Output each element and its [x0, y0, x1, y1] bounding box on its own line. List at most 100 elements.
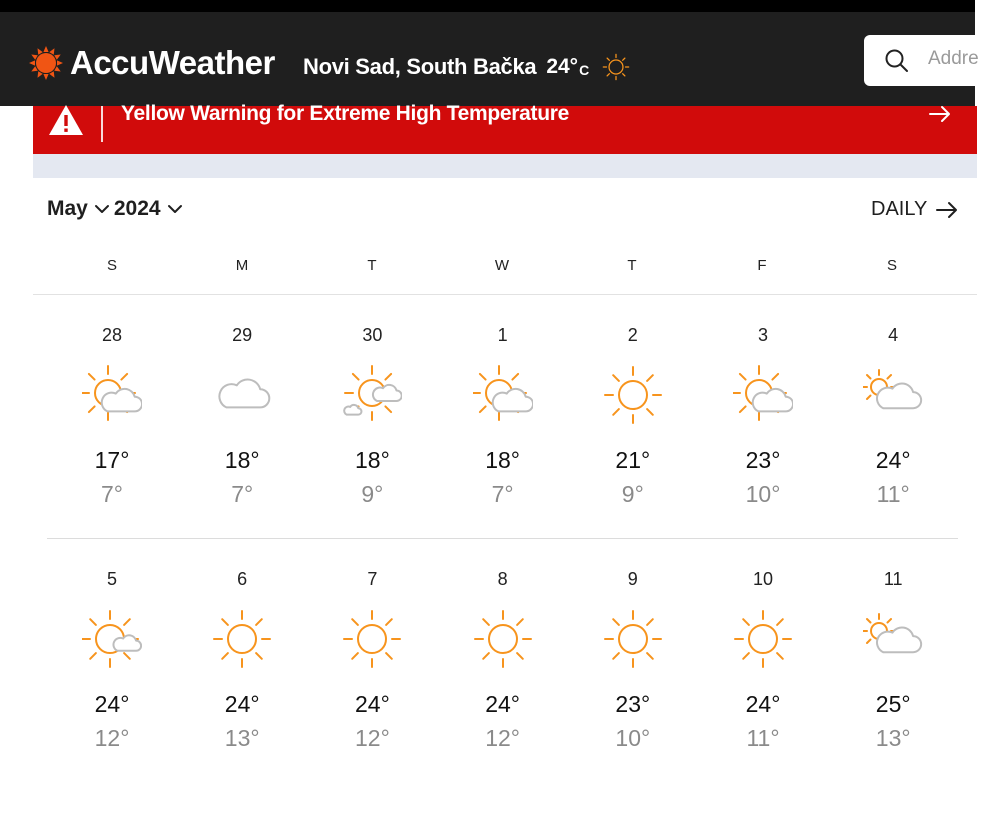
day-number: 4: [888, 325, 899, 345]
high-temperature: 24°: [94, 691, 130, 717]
partly-sunny-icon: [80, 365, 143, 425]
high-temperature: 18°: [485, 447, 520, 473]
calendar-day-cell[interactable]: 28 17° 7°: [47, 325, 177, 545]
low-temperature: 9°: [621, 481, 644, 507]
high-temperature: 24°: [355, 691, 390, 717]
low-temperature: 13°: [875, 725, 911, 751]
sunny-icon: [733, 609, 793, 669]
search-box[interactable]: [864, 35, 983, 86]
mostly-sunny-icon: [81, 609, 143, 669]
day-number: 1: [497, 325, 508, 345]
calendar-day-cell[interactable]: 2 21° 9°: [568, 325, 698, 545]
high-temperature: 24°: [745, 691, 781, 717]
banner-spacer-strip: [33, 154, 977, 178]
calendar-day-cell[interactable]: 1 18° 7°: [438, 325, 568, 545]
arrow-right-icon: [936, 201, 958, 218]
warning-triangle-icon: [49, 105, 83, 135]
calendar-day-cell[interactable]: 3 23° 10°: [698, 325, 828, 545]
intermittent-clouds-icon: [342, 365, 404, 425]
high-temperature: 24°: [875, 447, 911, 473]
calendar-day-cell[interactable]: 8 24° 12°: [438, 569, 568, 789]
calendar-day-cell[interactable]: 5 24° 12°: [47, 569, 177, 789]
sunny-icon: [342, 609, 402, 669]
high-temperature: 23°: [745, 447, 781, 473]
low-temperature: 10°: [615, 725, 651, 751]
low-temperature: 12°: [355, 725, 390, 751]
low-temperature: 10°: [745, 481, 781, 507]
daily-link[interactable]: DAILY: [871, 198, 959, 221]
day-number: 10: [752, 569, 774, 589]
low-temperature: 11°: [876, 481, 910, 507]
day-number: 3: [757, 325, 768, 345]
alert-text: Yellow Warning for Extreme High Temperat…: [121, 102, 570, 125]
calendar-day-cell[interactable]: 10 24° 11°: [698, 569, 828, 789]
arrow-right-icon[interactable]: [927, 102, 953, 126]
calendar-day-cell[interactable]: 7 24° 12°: [307, 569, 437, 789]
calendar-day-cell[interactable]: 6 24° 13°: [177, 569, 307, 789]
temperature-unit: C: [579, 62, 590, 78]
sunny-icon: [212, 609, 272, 669]
calendar-day-cell[interactable]: 4 24° 11°: [828, 325, 958, 545]
low-temperature: 13°: [224, 725, 260, 751]
weekday-label: T: [627, 257, 637, 274]
high-temperature: 24°: [485, 691, 520, 717]
chevron-down-icon[interactable]: [167, 203, 183, 215]
high-temperature: 24°: [224, 691, 260, 717]
partly-sunny-icon: [731, 365, 794, 425]
current-location[interactable]: Novi Sad, South Bačka 24° C: [303, 48, 635, 86]
year-dropdown-value[interactable]: 2024: [114, 197, 161, 221]
low-temperature: 12°: [94, 725, 130, 751]
weekday-label: T: [367, 257, 377, 274]
chevron-down-icon[interactable]: [94, 203, 110, 215]
low-temperature: 7°: [231, 481, 254, 507]
mostly-cloudy-icon: [861, 365, 923, 425]
day-number: 30: [362, 325, 383, 345]
search-icon[interactable]: [884, 48, 910, 74]
day-number: 8: [497, 569, 508, 589]
header-divider: [33, 294, 977, 295]
high-temperature: 18°: [355, 447, 390, 473]
weekday-label: S: [106, 257, 117, 274]
sunny-icon: [473, 609, 533, 669]
location-name: Novi Sad, South Bačka: [303, 54, 537, 79]
calendar-day-cell[interactable]: 11 25° 13°: [828, 569, 958, 789]
low-temperature: 9°: [361, 481, 384, 507]
calendar-day-cell[interactable]: 29 18° 7°: [177, 325, 307, 545]
calendar-day-cell[interactable]: 30 18° 9°: [307, 325, 437, 545]
low-temperature: 11°: [746, 725, 780, 751]
site-header: AccuWeather Novi Sad, South Bačka 24° C: [0, 12, 983, 106]
calendar-day-cell[interactable]: 9 23° 10°: [568, 569, 698, 789]
daily-link-label: DAILY: [871, 198, 928, 220]
sunny-icon: [603, 609, 663, 669]
weekday-label: S: [886, 257, 897, 274]
current-temperature: 24°: [546, 55, 579, 78]
day-number: 7: [367, 569, 378, 589]
high-temperature: 18°: [224, 447, 260, 473]
partly-sunny-icon: [470, 365, 534, 425]
mostly-cloudy-icon: [861, 609, 923, 669]
accuweather-sun-logo-icon: [29, 46, 63, 80]
weekday-label: F: [757, 257, 767, 274]
day-number: 9: [627, 569, 638, 589]
sunny-icon: [603, 365, 663, 425]
weekday-label: W: [494, 257, 510, 274]
day-number: 6: [237, 569, 248, 589]
top-edge-bar: [0, 0, 975, 12]
weather-alert-banner[interactable]: Yellow Warning for Extreme High Temperat…: [33, 102, 977, 154]
brand-logo[interactable]: AccuWeather: [28, 44, 275, 82]
day-number: 29: [232, 325, 253, 345]
month-year-selector: May 2024: [47, 197, 187, 221]
high-temperature: 25°: [875, 691, 911, 717]
high-temperature: 23°: [615, 691, 651, 717]
high-temperature: 21°: [615, 447, 651, 473]
month-dropdown-value[interactable]: May: [47, 197, 88, 221]
low-temperature: 7°: [101, 481, 123, 507]
search-input[interactable]: [928, 48, 978, 70]
low-temperature: 12°: [485, 725, 520, 751]
day-number: 28: [101, 325, 123, 345]
cloudy-icon: [212, 365, 272, 425]
day-number: 11: [883, 569, 903, 589]
weekday-label: M: [235, 257, 249, 274]
brand-name: AccuWeather: [70, 44, 275, 81]
low-temperature: 7°: [491, 481, 514, 507]
